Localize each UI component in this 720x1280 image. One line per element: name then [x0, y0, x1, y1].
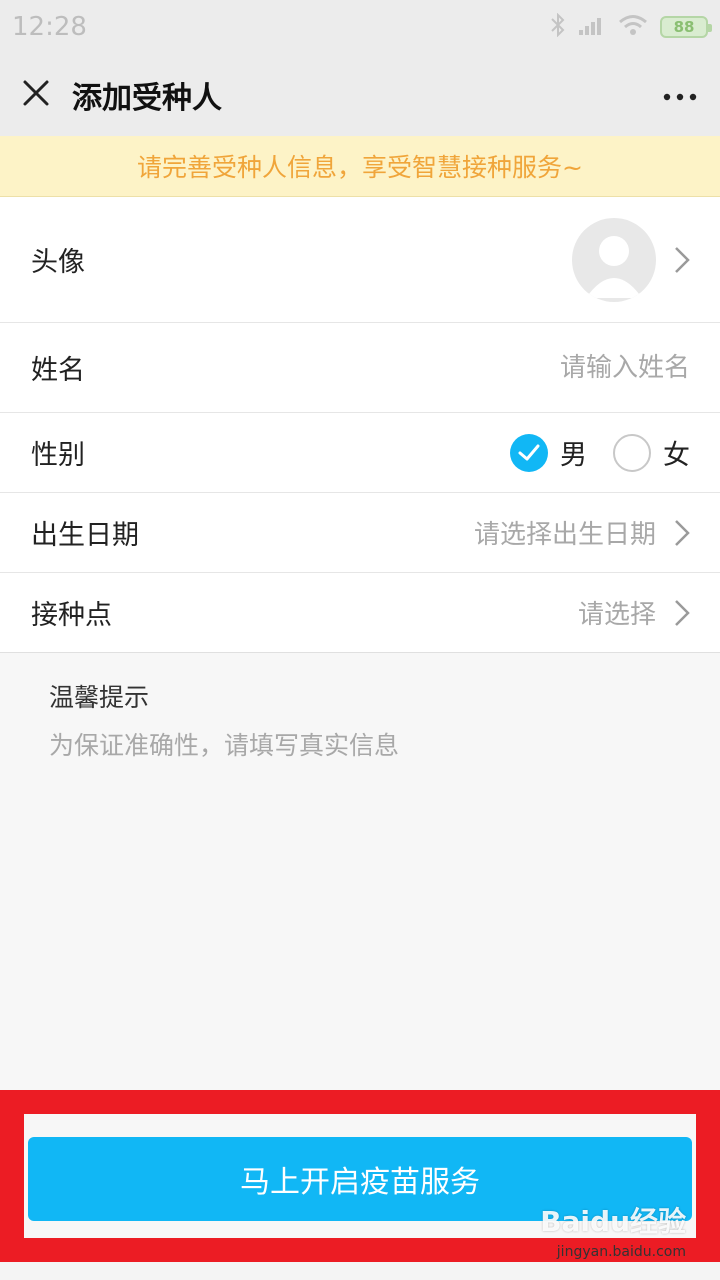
status-icons: 88 — [550, 12, 712, 41]
tips-body: 为保证准确性，请填写真实信息 — [49, 731, 400, 760]
status-bar: 12:28 88 — [0, 0, 720, 54]
avatar-label: 头像 — [31, 247, 85, 278]
chevron-right-icon — [674, 519, 690, 547]
avatar-row-right — [572, 217, 690, 302]
notice-text: 请完善受种人信息，享受智慧接种服务~ — [137, 153, 583, 182]
checked-circle-icon — [510, 433, 548, 472]
more-button[interactable] — [640, 54, 720, 136]
gender-female-label: 女 — [663, 440, 690, 471]
birth-date-label: 出生日期 — [31, 520, 139, 551]
more-icon — [663, 86, 697, 105]
status-time: 12:28 — [12, 12, 87, 42]
page-title: 添加受种人 — [72, 81, 222, 116]
watermark-url: jingyan.baidu.com — [556, 1244, 686, 1260]
birth-date-right: 请选择出生日期 — [474, 514, 690, 551]
tips-section: 温馨提示 为保证准确性，请填写真实信息 — [49, 678, 399, 762]
unchecked-circle-icon — [613, 433, 651, 472]
wifi-icon — [618, 14, 648, 40]
close-icon — [22, 79, 50, 111]
gender-female-radio[interactable]: 女 — [613, 433, 690, 472]
recipient-form: 头像 姓名 性别 男 — [0, 197, 720, 653]
signal-icon — [578, 14, 606, 40]
avatar-row[interactable]: 头像 — [0, 197, 720, 323]
bottom-strip — [0, 1262, 720, 1280]
battery-icon: 88 — [660, 16, 712, 38]
vaccination-site-label: 接种点 — [31, 600, 112, 631]
chevron-right-icon — [674, 599, 690, 627]
gender-male-label: 男 — [560, 440, 587, 471]
watermark-logo: Baidu经验 — [540, 1205, 686, 1238]
name-row: 姓名 — [0, 323, 720, 413]
vaccination-site-row[interactable]: 接种点 请选择 — [0, 573, 720, 653]
name-row-right — [390, 352, 690, 383]
user-silhouette-icon — [586, 235, 642, 298]
watermark: Baidu经验 jingyan.baidu.com — [540, 1200, 686, 1260]
vaccination-site-right: 请选择 — [578, 594, 690, 631]
tips-title: 温馨提示 — [49, 683, 150, 712]
close-button[interactable] — [0, 54, 72, 136]
vaccination-site-placeholder: 请选择 — [577, 600, 656, 630]
chevron-right-icon — [674, 246, 690, 274]
birth-date-placeholder: 请选择出生日期 — [473, 520, 656, 550]
gender-options: 男 女 — [510, 433, 690, 472]
name-label: 姓名 — [31, 355, 85, 386]
avatar[interactable] — [572, 217, 656, 302]
nav-bar: 添加受种人 — [0, 54, 720, 136]
name-input[interactable] — [390, 352, 690, 383]
notice-banner: 请完善受种人信息，享受智慧接种服务~ — [0, 136, 720, 197]
birth-date-row[interactable]: 出生日期 请选择出生日期 — [0, 493, 720, 573]
bluetooth-icon — [550, 12, 566, 41]
gender-male-radio[interactable]: 男 — [510, 433, 587, 472]
gender-row: 性别 男 女 — [0, 413, 720, 493]
gender-label: 性别 — [31, 440, 85, 471]
